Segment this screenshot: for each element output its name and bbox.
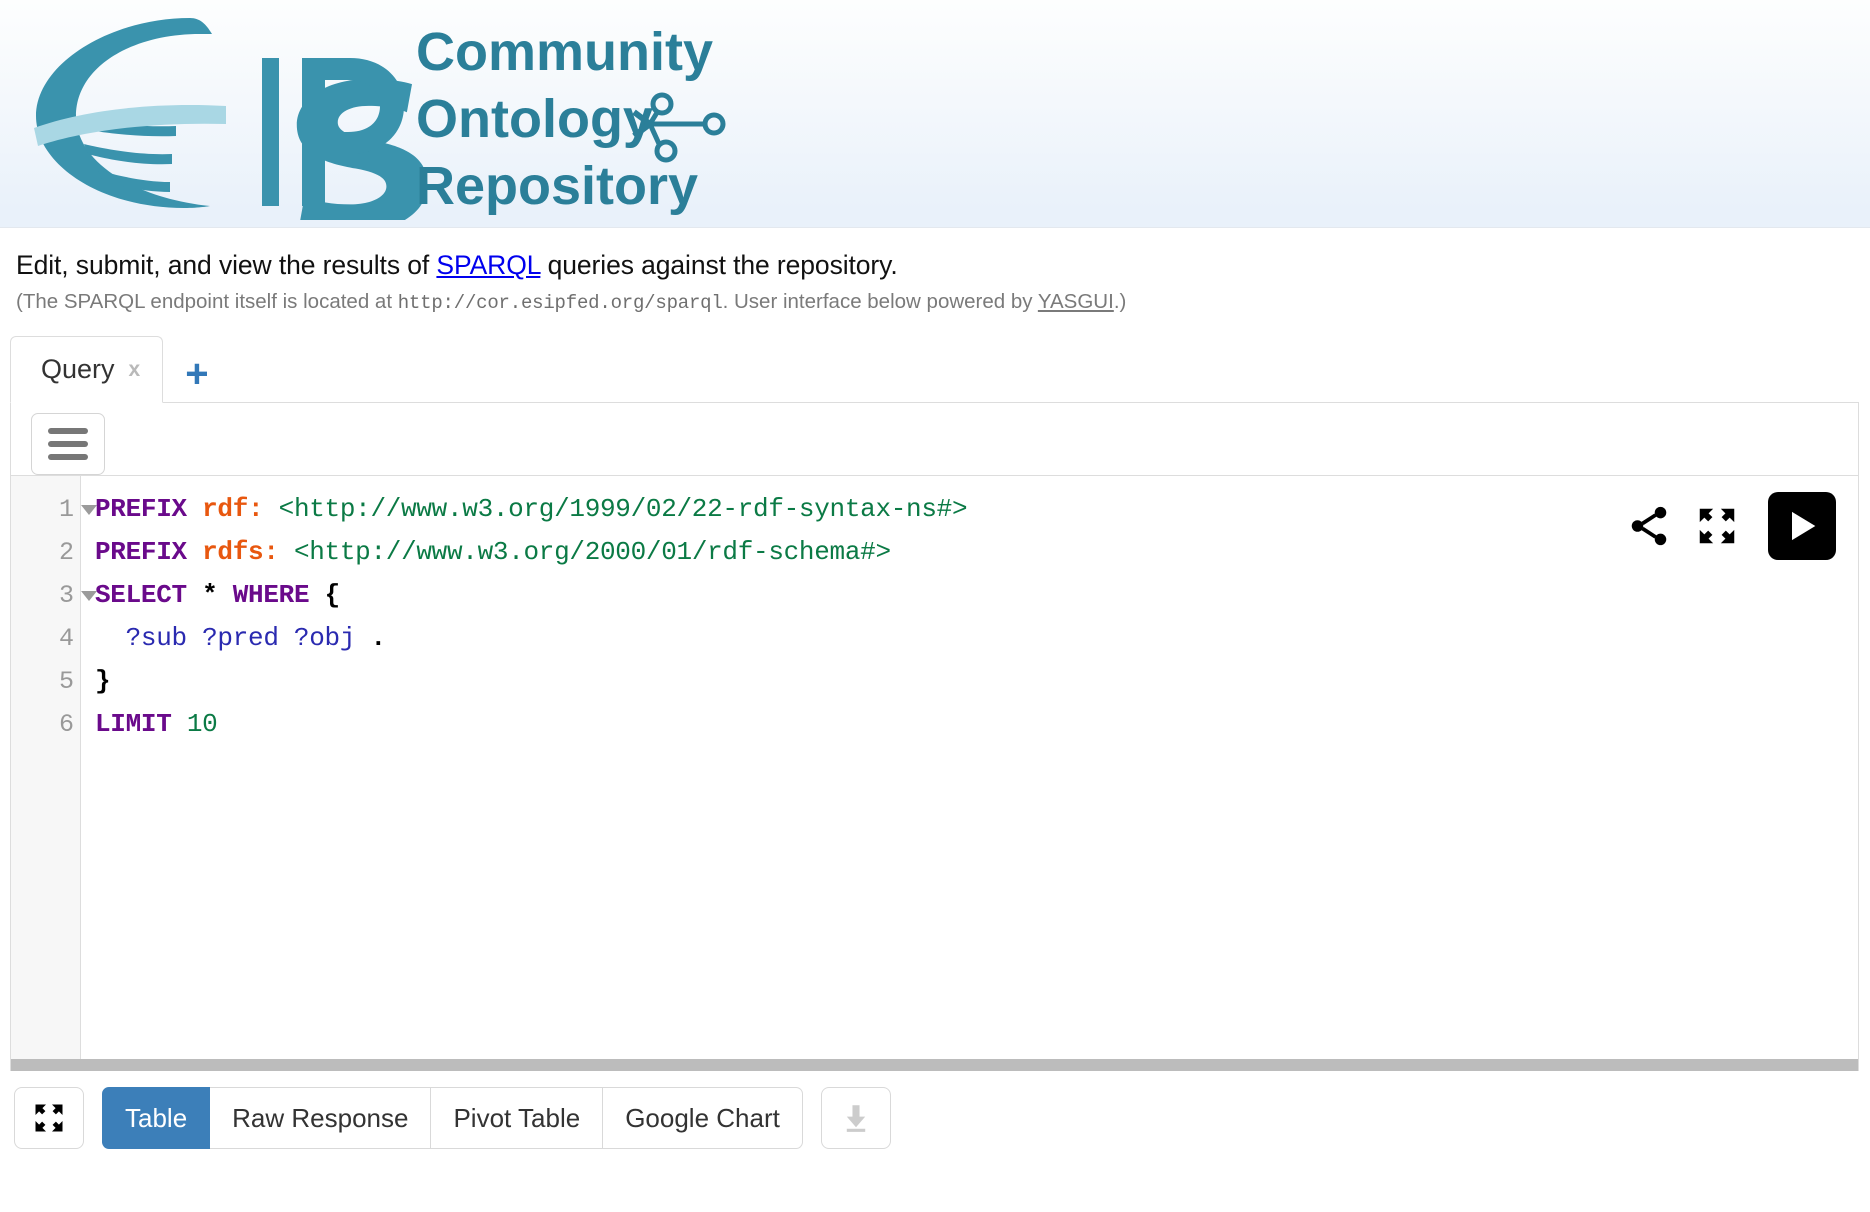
line-number: 6 [11,703,80,746]
esip-cor-logo[interactable]: Community Ontology Repository [14,6,734,220]
fullscreen-expand-icon [35,1104,63,1132]
code-token: rdfs: [202,537,294,568]
code-token: WHERE [232,580,325,611]
page-subintro: (The SPARQL endpoint itself is located a… [0,281,1870,315]
code-line: SELECT * WHERE { [95,574,1858,617]
editor-action-icons [1626,492,1836,561]
sparql-link[interactable]: SPARQL [436,250,540,280]
code-line: } [95,660,1858,703]
yasqe-editor-panel: 1 2 3 4 5 6 PREFIX rdf: <http://www.w3.o… [10,403,1859,1060]
sparql-code[interactable]: PREFIX rdf: <http://www.w3.org/1999/02/2… [81,476,1858,1059]
code-token: 10 [186,709,218,740]
logo-svg: Community Ontology Repository [34,18,726,220]
add-tab-button[interactable]: + [185,354,208,394]
line-number: 4 [11,617,80,660]
code-line: ?sub ?pred ?obj . [95,617,1858,660]
play-run-icon [1792,511,1816,541]
code-token: ?sub ?pred ?obj [95,623,371,654]
code-token: * [202,580,233,611]
brand-line-1: Community [416,22,713,82]
brand-line-2: Ontology [416,89,653,149]
code-line: PREFIX rdfs: <http://www.w3.org/2000/01/… [95,531,1858,574]
tab-query[interactable]: Query x [10,336,164,404]
menu-bar-3 [48,454,88,461]
subintro-text-3: .) [1113,290,1127,314]
line-number-text: 4 [58,624,74,654]
fullscreen-expand-icon[interactable] [1694,503,1740,549]
line-number: 2 [11,531,80,574]
code-token: <http://www.w3.org/2000/01/rdf-schema#> [293,537,891,568]
code-token: rdf: [202,494,279,525]
line-number-text: 2 [58,538,74,568]
line-number-text: 6 [58,710,74,740]
subintro-text-2: . User interface below powered by [722,290,1038,314]
result-tab-table[interactable]: Table [102,1087,211,1150]
subintro-text-1: (The SPARQL endpoint itself is located a… [16,290,398,314]
tab-close-icon[interactable]: x [129,358,141,382]
result-view-tabs: Table Raw Response Pivot Table Google Chart [102,1087,803,1150]
site-banner: Community Ontology Repository [0,0,1870,228]
code-line: LIMIT 10 [95,703,1858,746]
intro-text-after: queries against the repository. [540,250,898,280]
code-token: <http://www.w3.org/1999/02/22-rdf-syntax… [278,494,968,525]
code-token: } [95,666,111,697]
line-number-text: 5 [58,667,74,697]
line-number-text: 1 [58,495,74,525]
code-token: . [370,623,386,654]
editor-resize-handle[interactable] [10,1059,1859,1072]
line-number-gutter: 1 2 3 4 5 6 [11,476,97,1060]
result-tab-pivot-table[interactable]: Pivot Table [431,1087,604,1150]
code-token: LIMIT [95,709,187,740]
results-toolbar: Table Raw Response Pivot Table Google Chart [14,1087,1870,1150]
line-number: 5 [11,660,80,703]
line-number: 3 [11,574,97,617]
code-line: PREFIX rdf: <http://www.w3.org/1999/02/2… [95,488,1858,531]
yasgui-link[interactable]: YASGUI [1038,290,1114,313]
run-query-button[interactable] [1768,492,1836,561]
hamburger-menu-icon[interactable] [31,413,105,476]
result-tab-google-chart[interactable]: Google Chart [603,1087,803,1150]
code-token: { [324,580,341,611]
code-token: PREFIX [95,537,203,568]
download-icon [846,1105,866,1132]
query-editor[interactable]: 1 2 3 4 5 6 PREFIX rdf: <http://www.w3.o… [11,475,1858,1060]
download-results-button[interactable] [820,1087,891,1150]
intro-text-before: Edit, submit, and view the results of [16,250,437,280]
sparql-endpoint-url: http://cor.esipfed.org/sparql [397,292,723,315]
code-token: SELECT [95,580,203,611]
query-tab-bar: Query x + [10,335,1859,404]
results-fullscreen-button[interactable] [14,1087,84,1150]
code-token: PREFIX [95,494,203,525]
editor-toolbar [11,403,1858,476]
brand-line-3: Repository [416,156,698,216]
result-tab-raw-response[interactable]: Raw Response [210,1087,432,1150]
tab-query-label: Query [41,354,115,385]
page-intro: Edit, submit, and view the results of SP… [0,228,1870,281]
menu-bar-2 [48,441,88,448]
line-number-text: 3 [58,581,74,611]
share-icon[interactable] [1626,503,1672,549]
line-number: 1 [11,488,97,531]
menu-bar-1 [48,428,88,435]
